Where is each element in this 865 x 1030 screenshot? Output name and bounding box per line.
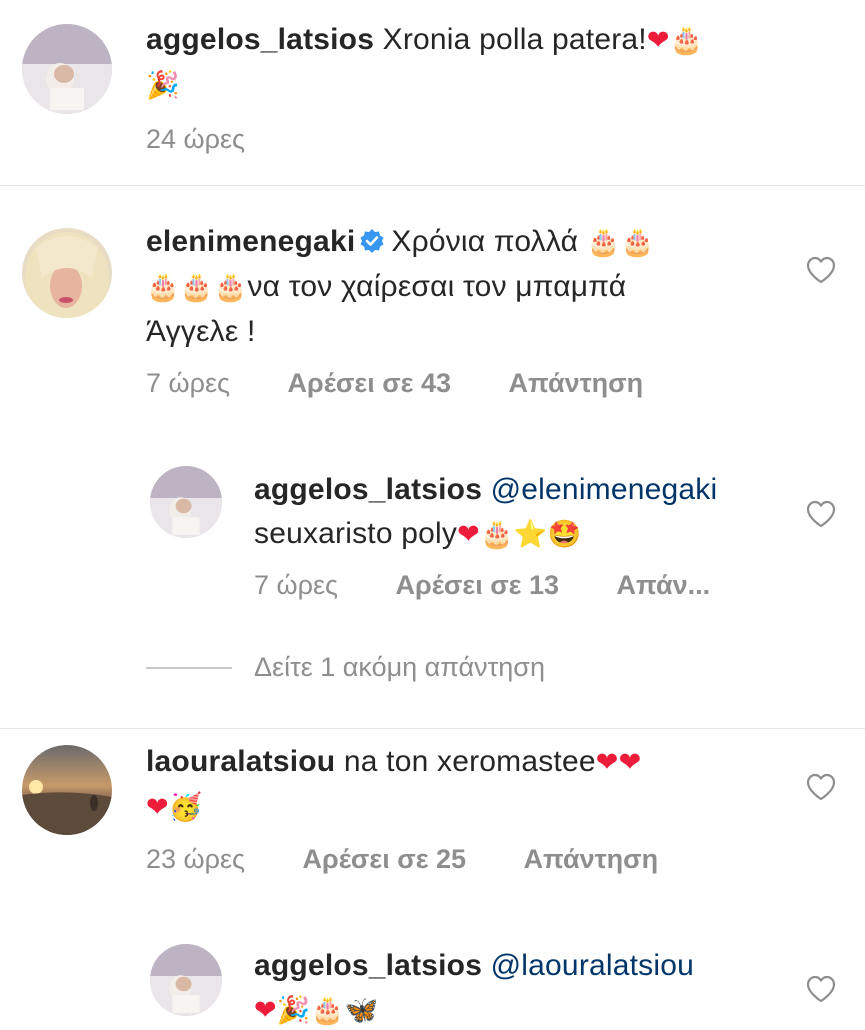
mention-link[interactable]: @laouralatsiou: [491, 949, 694, 982]
username[interactable]: elenimenegaki: [146, 225, 355, 258]
likes-count[interactable]: Αρέσει σε 13: [396, 569, 560, 601]
comment-meta: 24 ώρες: [146, 123, 245, 155]
view-more-replies[interactable]: Δείτε 1 ακόμη απάντηση: [146, 652, 545, 683]
reply-text: seuxaristo poly: [254, 517, 458, 550]
username[interactable]: aggelos_latsios: [146, 23, 374, 56]
reply-button[interactable]: Απάν...: [617, 569, 711, 601]
cake-emoji: 🎂: [586, 227, 621, 258]
divider: [0, 728, 865, 729]
comment-text: να τον χαίρεσαι τον μπαμπά: [247, 270, 627, 303]
comment-text: na ton xeromastee: [343, 745, 596, 778]
like-heart-icon[interactable]: [806, 256, 836, 284]
party-popper-emoji: 🎉: [146, 70, 180, 101]
party-popper-emoji: 🎉: [276, 995, 311, 1026]
star-struck-emoji: 🤩: [547, 519, 582, 550]
butterfly-emoji: 🦋: [344, 995, 379, 1026]
comment-body: aggelos_latsios Xronia polla patera!❤🎂 🎉: [146, 18, 806, 108]
avatar[interactable]: [22, 745, 112, 835]
comment-body: laouralatsiou na ton xeromastee❤❤ ❤🥳: [146, 740, 806, 830]
comments-screen: aggelos_latsios Xronia polla patera!❤🎂 🎉…: [0, 0, 865, 1030]
comment-meta: 7 ώρες Αρέσει σε 43 Απάντηση: [146, 367, 643, 399]
reply-body: aggelos_latsios @laouralatsiou ❤🎉🎂🦋: [254, 944, 794, 1030]
username[interactable]: aggelos_latsios: [254, 473, 482, 506]
divider: [146, 666, 232, 669]
cake-emoji: 🎂: [146, 272, 180, 303]
reply-button[interactable]: Απάντηση: [524, 843, 659, 875]
comment-body: elenimenegaki Χρόνια πολλά 🎂🎂 🎂🎂🎂να τον χ…: [146, 220, 806, 354]
cake-emoji: 🎂: [213, 272, 248, 303]
heart-emoji: ❤: [254, 995, 277, 1026]
reply-body: aggelos_latsios @elenimenegaki seuxarist…: [254, 468, 794, 557]
comment-text: Χρόνια πολλά: [391, 225, 579, 258]
mention-link[interactable]: @elenimenegaki: [491, 473, 718, 506]
divider: [0, 185, 865, 186]
timestamp: 7 ώρες: [146, 368, 231, 398]
likes-count[interactable]: Αρέσει σε 25: [303, 843, 467, 875]
heart-emoji: ❤: [646, 25, 670, 56]
avatar[interactable]: [150, 466, 222, 538]
cake-emoji: 🎂: [479, 519, 514, 550]
partying-face-emoji: 🥳: [168, 792, 203, 823]
timestamp: 24 ώρες: [146, 124, 246, 154]
cake-emoji: 🎂: [669, 25, 704, 56]
avatar[interactable]: [150, 944, 222, 1016]
username[interactable]: aggelos_latsios: [254, 949, 482, 982]
reply-button[interactable]: Απάντηση: [509, 367, 644, 399]
reply-meta: 7 ώρες Αρέσει σε 13 Απάν...: [254, 569, 710, 601]
cake-emoji: 🎂: [620, 227, 655, 258]
heart-emoji: ❤: [595, 747, 619, 778]
timestamp: 7 ώρες: [254, 570, 339, 600]
username[interactable]: laouralatsiou: [146, 745, 335, 778]
cake-emoji: 🎂: [179, 272, 214, 303]
heart-emoji: ❤: [618, 747, 642, 778]
comment-meta: 23 ώρες Αρέσει σε 25 Απάντηση: [146, 843, 658, 875]
avatar[interactable]: [22, 24, 112, 114]
star-emoji: ⭐: [513, 519, 548, 550]
view-more-replies-label: Δείτε 1 ακόμη απάντηση: [254, 652, 545, 682]
like-heart-icon[interactable]: [806, 500, 836, 528]
heart-emoji: ❤: [146, 792, 169, 823]
timestamp: 23 ώρες: [146, 844, 246, 874]
like-heart-icon[interactable]: [806, 773, 836, 801]
cake-emoji: 🎂: [310, 995, 345, 1026]
verified-badge-icon: [360, 229, 384, 253]
heart-emoji: ❤: [457, 519, 480, 550]
comment-text: Άγγελε !: [146, 315, 256, 348]
like-heart-icon[interactable]: [806, 975, 836, 1003]
comment-text: Xronia polla patera!: [382, 23, 647, 56]
avatar[interactable]: [22, 228, 112, 318]
likes-count[interactable]: Αρέσει σε 43: [288, 367, 452, 399]
